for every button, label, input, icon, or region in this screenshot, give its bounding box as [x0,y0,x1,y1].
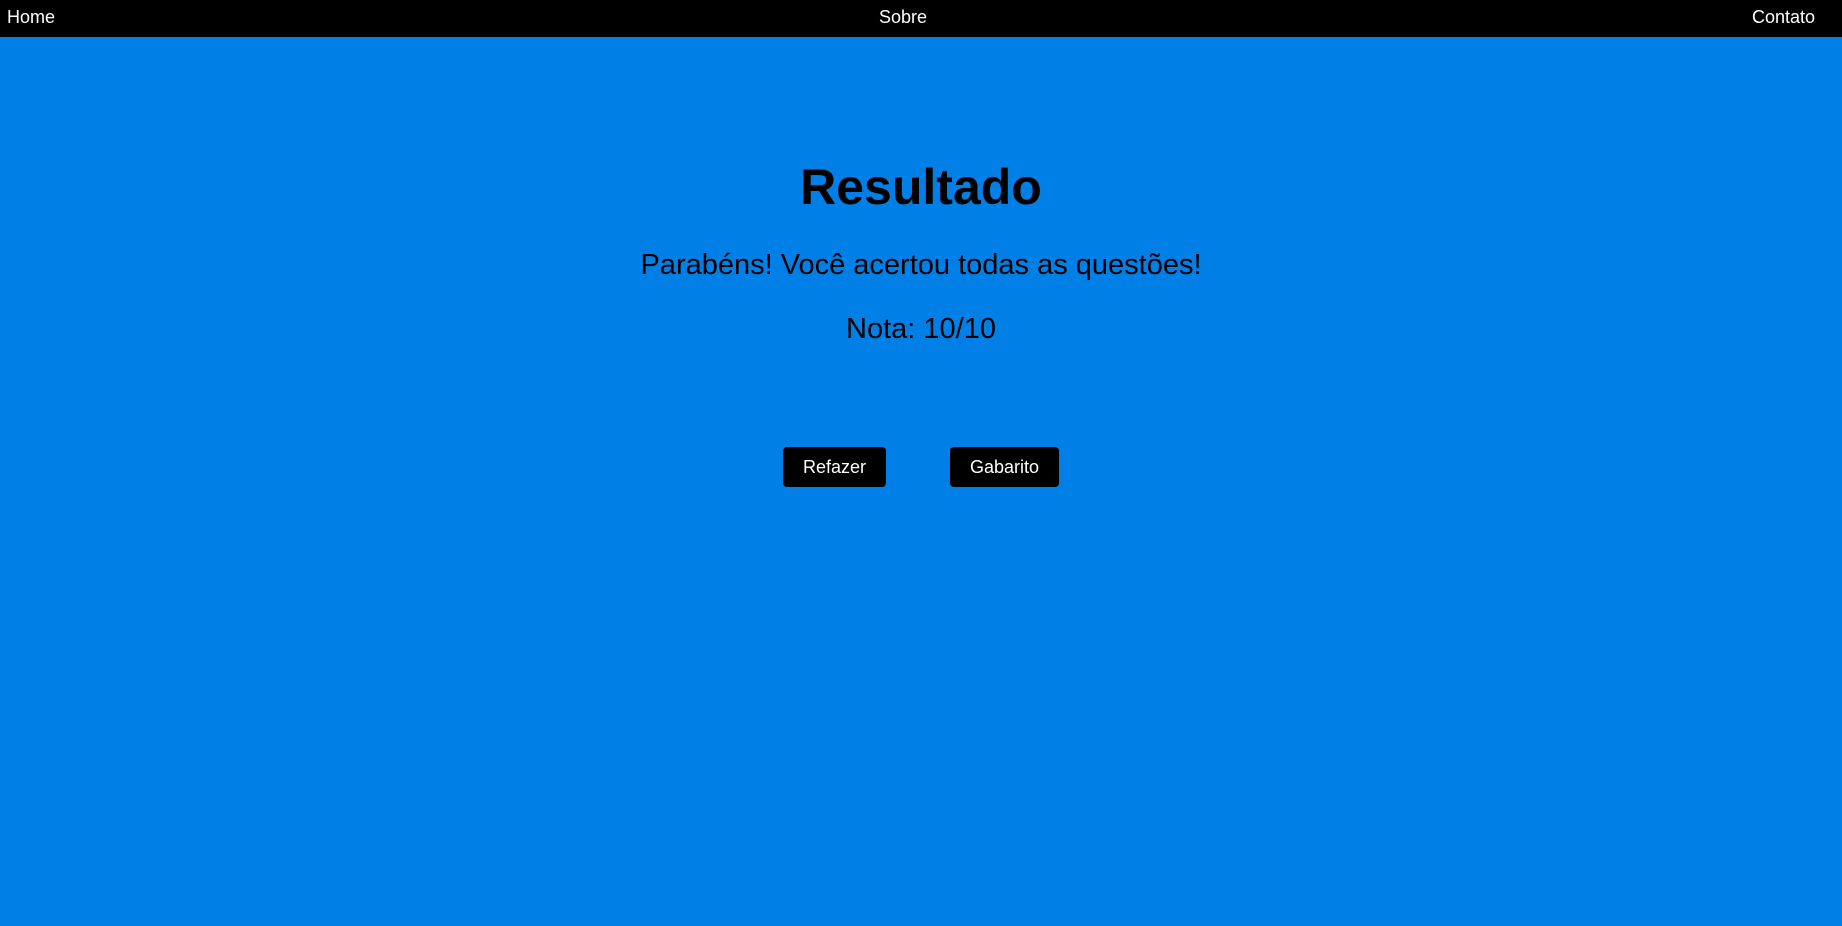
nav-link-sobre[interactable]: Sobre [0,0,1806,37]
nav-link-contato[interactable]: Contato [1752,0,1815,37]
page-title: Resultado [800,159,1042,215]
redo-button[interactable]: Refazer [783,447,886,487]
score-text: Nota: 10/10 [846,313,996,345]
answer-key-button[interactable]: Gabarito [950,447,1059,487]
result-message: Parabéns! Você acertou todas as questões… [640,249,1202,281]
top-navbar: Home Sobre Contato [0,0,1842,37]
